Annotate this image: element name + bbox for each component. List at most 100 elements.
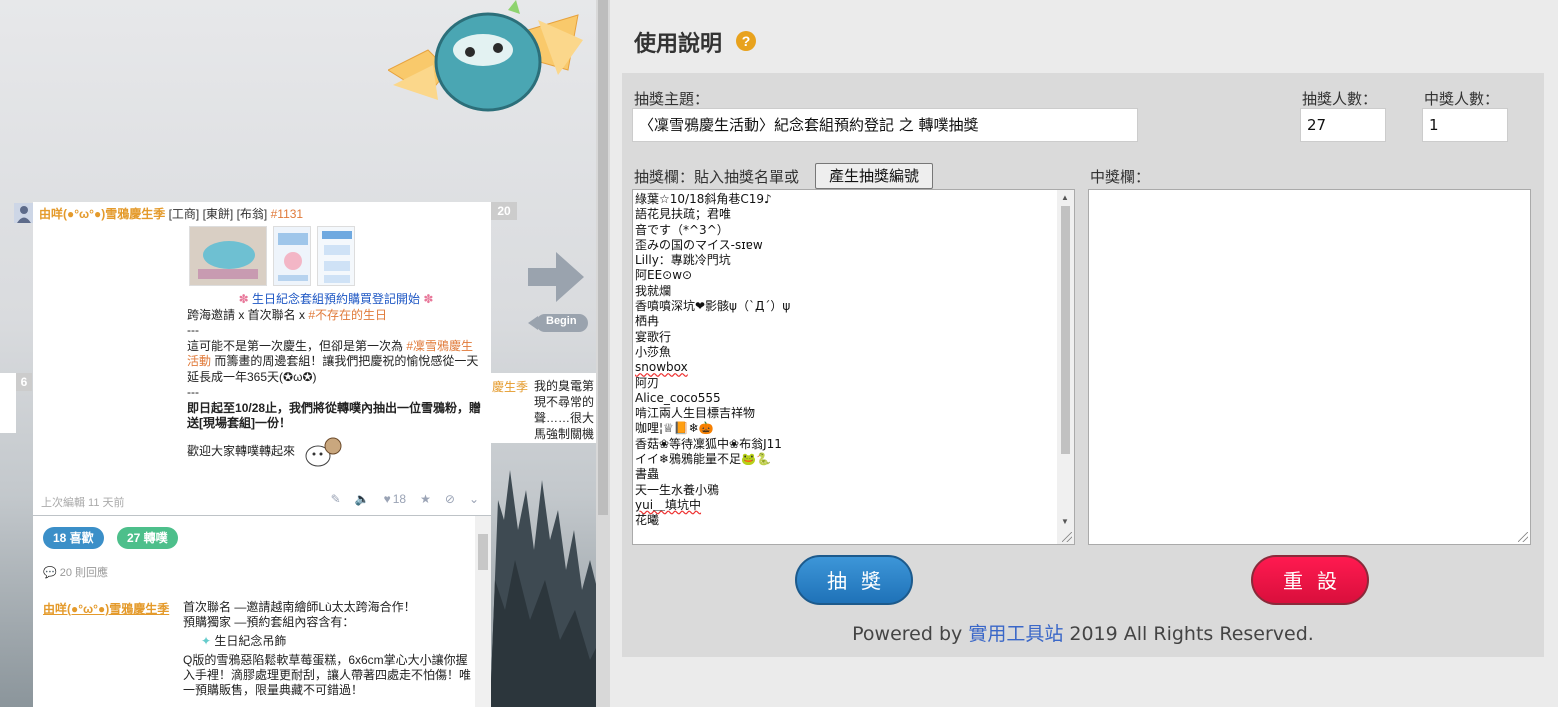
response-item: ✦ 生日紀念吊飾 bbox=[201, 634, 473, 649]
product-photo-2[interactable] bbox=[273, 226, 311, 286]
resize-grip-icon[interactable] bbox=[1062, 532, 1072, 542]
mute-icon[interactable]: 🔈 bbox=[355, 492, 370, 506]
footer-link[interactable]: 實用工具站 bbox=[968, 623, 1063, 645]
product-photo-1[interactable] bbox=[189, 226, 267, 286]
side-plurk-text: 我的臭電第 現不尋常的 聲……很大 馬強制關機 bbox=[534, 378, 596, 442]
side-plurk-line: 聲……很大 bbox=[534, 411, 595, 425]
author-avatar[interactable] bbox=[14, 203, 34, 223]
scroll-up-icon[interactable]: ▲ bbox=[1061, 193, 1069, 202]
plurk-line: 歡迎大家轉噗轉起來 bbox=[187, 432, 485, 472]
like-button[interactable]: ♥ 18 bbox=[384, 492, 406, 506]
response-author[interactable]: 由咩(●°ω°●)雪鴉慶生季 bbox=[43, 600, 169, 617]
entry-line: 歪みの国のマイス-sɪɐw bbox=[635, 237, 763, 252]
plurk-divider: --- bbox=[187, 385, 199, 399]
plurk-heading-text: 生日紀念套組預約購買登記開始 bbox=[251, 292, 420, 306]
edit-timestamp: 上次編輯 11 天前 bbox=[41, 497, 125, 509]
plurk-content: ✽ 生日紀念套組預約購買登記開始 ✽ 跨海邀請 x 首次聯名 x #不存在的生日… bbox=[187, 292, 485, 472]
plurk-number: 6 bbox=[16, 373, 32, 391]
entrants-label: 抽獎人數： bbox=[1302, 90, 1378, 108]
entrants-input[interactable]: 27 bbox=[1300, 108, 1386, 142]
topic-label: 抽獎主題： bbox=[634, 90, 710, 108]
lottery-form: 抽獎主題： 〈凜雪鴉慶生活動〉紀念套組預約登記 之 轉噗抽獎 抽獎人數： 27 … bbox=[622, 73, 1544, 657]
replurk-pill[interactable]: 27 轉噗 bbox=[117, 527, 178, 549]
plurk-card[interactable]: 由咩(●°ω°●)雪鴉慶生季 [工商] [東餅] [布翁] #1131 ✽ 生日… bbox=[33, 202, 491, 515]
plurk-author[interactable]: 由咩(●°ω°●)雪鴉慶生季 bbox=[39, 207, 165, 221]
page-title: 使用說明 bbox=[634, 32, 723, 57]
response-count-text: 20 則回應 bbox=[59, 567, 109, 579]
response-line: Q版的雪鴉惡陷鬆軟草莓蛋糕，6x6cm掌心大小讓你握入手裡！滴膠處理更耐刮，讓人… bbox=[183, 653, 472, 697]
product-photo-3[interactable] bbox=[317, 226, 355, 286]
entry-line: イイ❄鴉鴉能量不足🐸🐍 bbox=[635, 452, 771, 467]
scroll-down-icon[interactable]: ▼ bbox=[1061, 517, 1069, 526]
chevron-down-icon[interactable]: ⌄ bbox=[469, 492, 479, 506]
entry-line: yui＿填坑中 bbox=[635, 497, 702, 512]
plurk-text: 即日起至 bbox=[187, 400, 236, 415]
entry-line: 香菇❀等待凜狐中❀布翁J11 bbox=[635, 436, 782, 451]
plurk-hashtag[interactable]: #1131 bbox=[271, 207, 303, 221]
entry-line: 語花見扶疏；君唯 bbox=[635, 207, 732, 222]
side-plurk-line: 馬強制關機 bbox=[534, 427, 595, 441]
response-panel: 18 喜歡 27 轉噗 💬 20 則回應 由咩(●°ω°●)雪鴉慶生季 首次聯名… bbox=[33, 516, 491, 707]
entry-line: Lilly：專跳冷門坑 bbox=[635, 253, 731, 268]
reset-button[interactable]: 重設 bbox=[1251, 555, 1369, 605]
response-count: 💬 20 則回應 bbox=[43, 564, 108, 580]
help-icon[interactable]: ? bbox=[736, 31, 756, 51]
resize-grip-icon[interactable] bbox=[1518, 532, 1528, 542]
topic-input[interactable]: 〈凜雪鴉慶生活動〉紀念套組預約登記 之 轉噗抽獎 bbox=[632, 108, 1138, 142]
plurk-text: 跨海邀請 x 首次聯名 x bbox=[187, 307, 309, 322]
entry-line: 香噴噴深坑❤影骸ψ（`Д´）ψ bbox=[635, 299, 791, 314]
footer-text: 2019 All Rights Reserved. bbox=[1063, 623, 1314, 645]
plurk-line: 即日起至10/28止，我們將從轉噗內抽出一位雪鴉粉，贈送[現場套組]一份！ bbox=[187, 401, 485, 432]
lottery-tool-pane: 使用說明 ? 抽獎主題： 〈凜雪鴉慶生活動〉紀念套組預約登記 之 轉噗抽獎 抽獎… bbox=[610, 0, 1558, 707]
winners-count-label: 中獎人數： bbox=[1424, 90, 1500, 108]
candy-mascot-image bbox=[388, 0, 583, 112]
plurk-heading-line: ✽ 生日紀念套組預約購買登記開始 ✽ bbox=[187, 292, 485, 308]
winner-textarea[interactable] bbox=[1088, 189, 1531, 545]
side-plurk-line: 現不尋常的 bbox=[534, 395, 595, 409]
plurk-number: 20 bbox=[491, 202, 517, 220]
begin-navigation[interactable]: Begin bbox=[526, 248, 588, 334]
entry-line: 綠葉☆10/18斜角巷C19♪ bbox=[635, 192, 772, 206]
heart-icon: ♥ bbox=[383, 492, 391, 506]
flower-icon: ✽ bbox=[238, 292, 249, 306]
entry-line: 小莎魚 bbox=[635, 344, 672, 359]
plurk-text: 這可能不是第一次慶生，但卻是第一次為 bbox=[187, 338, 407, 353]
flower-icon: ✽ bbox=[423, 292, 434, 306]
entry-line: snowbox bbox=[635, 360, 688, 375]
mini-plurk-card[interactable] bbox=[0, 373, 16, 433]
entry-line: 栖冉 bbox=[635, 314, 660, 329]
side-plurk-author[interactable]: 慶生季 bbox=[492, 378, 528, 395]
entry-line: 阿EE⊙w⊙ bbox=[635, 268, 693, 283]
entry-line: 書蟲 bbox=[635, 467, 660, 482]
response-line: 首次聯名 —邀請越南繪師Lù太太跨海合作！ bbox=[183, 600, 416, 614]
entries-scrollbar[interactable]: ▲ ▼ bbox=[1057, 190, 1074, 544]
edit-icon[interactable]: ✎ bbox=[331, 492, 341, 506]
plurk-qualifier: [工商] [東餅] [布翁] bbox=[168, 207, 268, 221]
generate-numbers-button[interactable]: 產生抽獎編號 bbox=[815, 163, 933, 189]
response-scrollbar[interactable] bbox=[475, 516, 491, 707]
entry-line: 宴歌行 bbox=[635, 329, 672, 344]
winner-field-label: 中獎欄： bbox=[1090, 168, 1151, 186]
plurk-text: 歡迎大家轉噗轉起來 bbox=[187, 443, 296, 458]
entries-label: 抽獎欄：貼入抽獎名單或 bbox=[634, 168, 800, 186]
draw-button[interactable]: 抽獎 bbox=[795, 555, 913, 605]
forest-background bbox=[490, 470, 596, 707]
entries-list: 綠葉☆10/18斜角巷C19♪ 語花見扶疏；君唯 音です（*^3^） 歪みの国のマイス… bbox=[633, 190, 1074, 529]
entry-line: 我就爛 bbox=[635, 283, 672, 298]
left-pane-scrollbar[interactable] bbox=[596, 0, 610, 707]
star-icon[interactable]: ★ bbox=[420, 492, 431, 506]
entry-line: 音です（*^3^） bbox=[635, 222, 729, 237]
winners-count-input[interactable]: 1 bbox=[1422, 108, 1508, 142]
entry-line: 阿刃 bbox=[635, 375, 660, 390]
likes-pill[interactable]: 18 喜歡 bbox=[43, 527, 104, 549]
entries-textarea[interactable]: 綠葉☆10/18斜角巷C19♪ 語花見扶疏；君唯 音です（*^3^） 歪みの国のマイス… bbox=[632, 189, 1075, 545]
response-line: 預購獨家 —預約套組內容含有： bbox=[183, 615, 355, 629]
side-plurk-card[interactable]: 慶生季 我的臭電第 現不尋常的 聲……很大 馬強制關機 bbox=[490, 373, 596, 443]
plurk-hashtag[interactable]: #不存在的生日 bbox=[308, 308, 387, 322]
plurk-divider: --- bbox=[187, 323, 199, 337]
entry-line: 天一生水養小鴉 bbox=[635, 482, 720, 497]
comment-icon: 💬 bbox=[43, 567, 57, 579]
replurk-icon[interactable]: ⊘ bbox=[445, 492, 455, 506]
entry-line: 啃江兩人生目標吉祥物 bbox=[635, 406, 756, 421]
entry-line: 咖哩¦♕📙❄🎃 bbox=[635, 421, 714, 436]
